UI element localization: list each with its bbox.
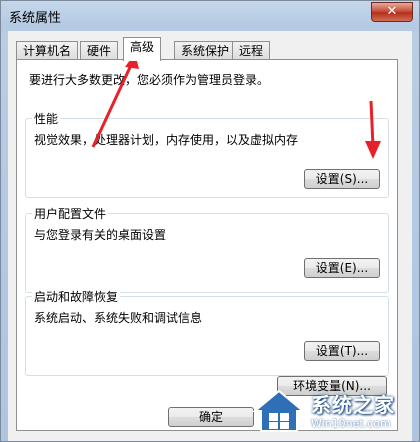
- watermark-main-text: 系统之家: [311, 393, 395, 417]
- tab-hardware[interactable]: 硬件: [80, 41, 119, 60]
- user-profiles-settings-button[interactable]: 设置(E)...: [304, 258, 380, 278]
- advanced-tab-panel: 要进行大多数更改，您必须作为管理员登录。 性能 视觉效果，处理器计划，内存使用，…: [16, 59, 398, 431]
- startup-recovery-description: 系统启动、系统失败和调试信息: [34, 311, 203, 325]
- watermark-sub-text: Win10net.com: [311, 417, 391, 430]
- admin-notice: 要进行大多数更改，您必须作为管理员登录。: [29, 73, 270, 87]
- watermark-logo: 系统之家 Win10net.com: [249, 385, 419, 439]
- performance-group: 性能 视觉效果，处理器计划，内存使用，以及虚拟内存 设置(S)...: [25, 110, 389, 198]
- tab-computer-name[interactable]: 计算机名: [16, 41, 79, 60]
- tab-remote[interactable]: 远程: [232, 41, 271, 60]
- tab-strip: 计算机名 硬件 高级 系统保护 远程: [16, 37, 406, 61]
- system-properties-window: 系统属性 ✕ 计算机名 硬件 高级 系统保护 远程 要进行大多数更改，您必须作为…: [0, 0, 420, 442]
- startup-recovery-settings-button[interactable]: 设置(T)...: [304, 341, 380, 361]
- user-profiles-title: 用户配置文件: [32, 205, 109, 222]
- performance-description: 视觉效果，处理器计划，内存使用，以及虚拟内存: [34, 133, 299, 147]
- dialog-client-area: 计算机名 硬件 高级 系统保护 远程 要进行大多数更改，您必须作为管理员登录。 …: [8, 31, 412, 441]
- tab-advanced[interactable]: 高级: [123, 37, 162, 61]
- title-bar[interactable]: 系统属性 ✕: [1, 1, 419, 29]
- tab-system-protection[interactable]: 系统保护: [174, 41, 237, 60]
- close-button[interactable]: ✕: [371, 2, 413, 22]
- user-profiles-group: 用户配置文件 与您登录有关的桌面设置 设置(E)...: [25, 205, 389, 293]
- ok-button[interactable]: 确定: [168, 407, 254, 427]
- startup-recovery-group: 启动和故障恢复 系统启动、系统失败和调试信息 设置(T)...: [25, 288, 389, 376]
- performance-title: 性能: [32, 110, 61, 127]
- startup-recovery-title: 启动和故障恢复: [32, 288, 121, 305]
- performance-settings-button[interactable]: 设置(S)...: [304, 169, 380, 189]
- window-title: 系统属性: [9, 11, 62, 26]
- house-logo-icon: [252, 389, 306, 432]
- user-profiles-description: 与您登录有关的桌面设置: [34, 228, 167, 242]
